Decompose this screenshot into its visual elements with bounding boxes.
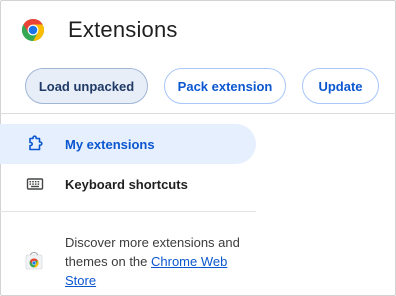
page-title: Extensions [68, 17, 178, 42]
web-store-promo: Discover more extensions and themes on t… [65, 233, 255, 290]
page-header: Extensions [0, 0, 396, 62]
sidebar-item-my-extensions[interactable]: My extensions [0, 124, 256, 164]
header-divider [0, 113, 396, 114]
chrome-logo-icon [21, 19, 45, 41]
sidebar-item-keyboard-shortcuts[interactable]: Keyboard shortcuts [0, 164, 256, 204]
pack-extension-button[interactable]: Pack extension [164, 68, 286, 104]
keyboard-icon [26, 178, 44, 190]
update-button[interactable]: Update [302, 68, 379, 104]
sidebar-item-label: Keyboard shortcuts [65, 176, 188, 192]
puzzle-piece-icon [29, 135, 43, 151]
toolbar: Load unpacked Pack extension Update [25, 68, 385, 104]
chrome-web-store-icon [25, 252, 43, 270]
sidebar-divider [0, 211, 256, 212]
sidebar-item-label: My extensions [65, 136, 155, 152]
load-unpacked-button[interactable]: Load unpacked [25, 68, 148, 104]
